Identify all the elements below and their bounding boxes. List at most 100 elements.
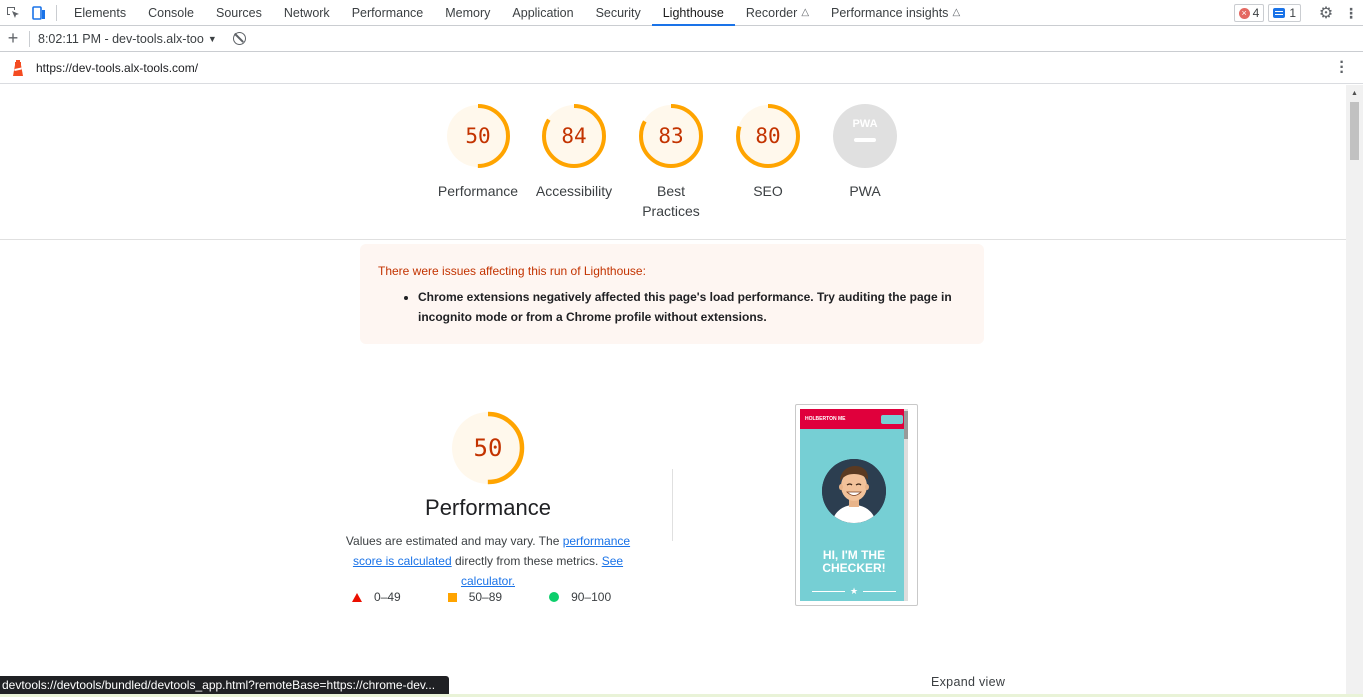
gauge-ring: 83 (639, 104, 703, 168)
devtools-tab-bar: Elements Console Sources Network Perform… (0, 0, 1363, 26)
settings-gear-icon[interactable]: ⚙ (1313, 3, 1339, 23)
warning-title: There were issues affecting this run of … (378, 264, 646, 278)
tab-network[interactable]: Network (273, 0, 341, 26)
tab-label: Application (512, 5, 574, 20)
lighthouse-toolbar: + 8:02:11 PM - dev-tools.alx-too ▼ (0, 26, 1363, 52)
expand-view-button[interactable]: Expand view (931, 675, 1005, 689)
experiment-flask-icon: △ (801, 7, 810, 18)
score-gauges-header: 50 Performance 84 Accessibility 83 Best … (0, 85, 1346, 240)
legend-average: 50–89 (447, 590, 503, 604)
tab-console[interactable]: Console (137, 0, 205, 26)
average-square-icon (447, 592, 457, 602)
error-count-badge[interactable]: × 4 (1233, 4, 1265, 22)
device-toolbar-icon[interactable] (26, 0, 52, 26)
gauge-label: Best Practices (642, 183, 700, 219)
gauge-ring: 50 (451, 411, 525, 485)
legend-pass: 90–100 (549, 590, 611, 604)
error-count: 4 (1252, 6, 1260, 20)
screenshot-header: HOLBERTON ME (800, 409, 908, 429)
tab-label: Performance (351, 5, 424, 20)
gauge-best-practices[interactable]: 83 Best Practices (623, 103, 719, 221)
gauge-ring: 84 (542, 104, 606, 168)
gauge-label: SEO (753, 183, 783, 199)
toolbar-divider (56, 4, 57, 21)
tab-label: Lighthouse (662, 5, 724, 20)
vertical-divider (672, 469, 673, 541)
pass-circle-icon (549, 592, 560, 602)
description-text: directly from these metrics. (451, 554, 602, 568)
clear-reports-icon[interactable] (233, 32, 246, 45)
gauge-label: Performance (437, 183, 519, 199)
tab-application[interactable]: Application (501, 0, 584, 26)
warning-item: Chrome extensions negatively affected th… (418, 287, 966, 327)
score-scale-legend: 0–49 50–89 90–100 (352, 590, 658, 604)
gauge-score: 83 (658, 124, 683, 148)
dropdown-caret-icon: ▼ (207, 33, 217, 44)
gauge-accessibility[interactable]: 84 Accessibility (526, 103, 622, 201)
inspect-element-icon[interactable] (0, 0, 26, 26)
headline-line: CHECKER! (822, 561, 886, 575)
report-url-bar: https://dev-tools.alx-tools.com/ · · · (0, 53, 1363, 84)
tab-label: Network (283, 5, 330, 20)
gauge-label: Accessibility (535, 183, 613, 199)
pwa-badge-text: PWA (852, 118, 877, 130)
gauge-score: 80 (755, 124, 780, 148)
tab-elements[interactable]: Elements (63, 0, 137, 26)
description-text: Values are estimated and may vary. The (345, 534, 563, 548)
star-icon: ★ (849, 586, 859, 596)
tab-performance-insights[interactable]: Performance insights △ (820, 0, 971, 26)
report-menu-icon[interactable]: · · · (1339, 55, 1345, 81)
screenshot-headline: HI, I'M THE CHECKER! (800, 549, 908, 575)
tab-label: Memory (445, 5, 491, 20)
message-count: 1 (1289, 6, 1296, 20)
fail-triangle-icon (352, 592, 362, 602)
tab-label: Recorder (745, 5, 798, 20)
tab-sources[interactable]: Sources (205, 0, 273, 26)
report-url[interactable]: https://dev-tools.alx-tools.com/ (36, 61, 198, 75)
performance-title: Performance (425, 495, 551, 520)
tab-recorder[interactable]: Recorder △ (735, 0, 820, 26)
tab-security[interactable]: Security (585, 0, 652, 26)
legend-range: 50–89 (468, 590, 503, 604)
avatar-illustration (822, 459, 886, 523)
tab-lighthouse[interactable]: Lighthouse (651, 0, 735, 26)
gauge-label: PWA (849, 183, 881, 199)
report-scrollbar[interactable]: ▲ (1346, 85, 1363, 697)
screenshot-scrollbar (904, 409, 908, 601)
error-icon: × (1238, 7, 1250, 19)
gauge-pwa[interactable]: PWA PWA (817, 103, 913, 201)
legend-range: 0–49 (374, 590, 401, 604)
runtime-warning-box: There were issues affecting this run of … (360, 244, 984, 344)
experiment-flask-icon: △ (952, 7, 961, 18)
lighthouse-report: 50 Performance 84 Accessibility 83 Best … (0, 85, 1346, 697)
tab-label: Sources (215, 5, 262, 20)
toolbar-divider (29, 30, 30, 47)
gauge-score: 50 (465, 124, 490, 148)
scrollbar-thumb[interactable] (1350, 102, 1359, 160)
gauge-ring: 80 (736, 104, 800, 168)
tab-performance[interactable]: Performance (341, 0, 435, 26)
legend-range: 90–100 (571, 590, 612, 604)
gauge-performance[interactable]: 50 Performance (430, 103, 526, 201)
tab-memory[interactable]: Memory (434, 0, 501, 26)
report-selector-label: 8:02:11 PM - dev-tools.alx-too (38, 31, 204, 46)
tab-label: Elements (74, 5, 127, 20)
performance-score-gauge: 50 (450, 410, 526, 491)
gauge-score: 84 (561, 124, 586, 148)
scroll-up-arrow-icon[interactable]: ▲ (1346, 85, 1363, 102)
tab-label: Console (148, 5, 194, 20)
gauge-ring: 50 (446, 104, 510, 168)
gauge-score: 50 (474, 434, 503, 462)
message-count-badge[interactable]: 1 (1268, 4, 1301, 22)
screenshot-brand: HOLBERTON ME (805, 416, 846, 422)
tab-label: Performance insights (831, 5, 949, 20)
screenshot-page: HOLBERTON ME HI, I'M THE CHECKER! ★ (800, 409, 908, 601)
new-report-plus-icon[interactable]: + (0, 28, 26, 49)
report-selector[interactable]: 8:02:11 PM - dev-tools.alx-too ▼ (38, 32, 220, 46)
screenshot-divider: ★ (812, 586, 897, 596)
more-options-icon[interactable]: ⋮ (1339, 5, 1363, 22)
tab-bar-right-controls: × 4 1 ⚙ ⋮ (1233, 0, 1363, 26)
performance-description: Values are estimated and may vary. The p… (330, 531, 646, 591)
gauge-seo[interactable]: 80 SEO (720, 103, 816, 201)
final-screenshot[interactable]: HOLBERTON ME HI, I'M THE CHECKER! ★ (795, 404, 918, 606)
